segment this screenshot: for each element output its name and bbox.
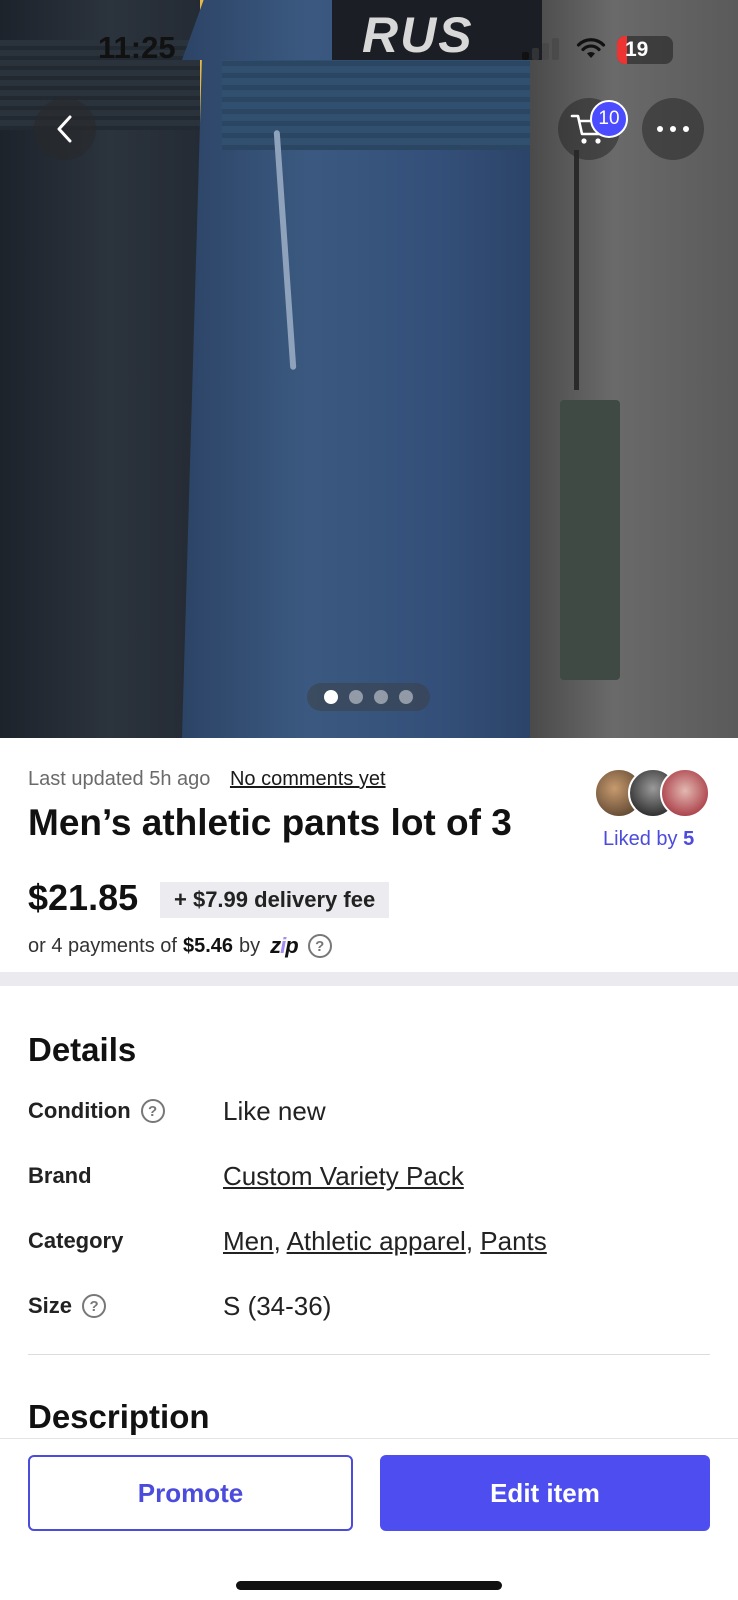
wifi-icon: [576, 38, 606, 60]
battery-indicator: 19: [617, 36, 673, 64]
payments-amount: $5.46: [182, 934, 234, 957]
details-heading: Details: [28, 1031, 137, 1068]
payments-by: by: [239, 934, 261, 957]
size-label: Size: [28, 1293, 73, 1318]
payments-prefix: or 4 payments of: [28, 934, 177, 957]
divider: [28, 1354, 710, 1355]
size-value: S (34-36): [223, 1291, 332, 1321]
detail-row-condition: Condition ? Like new: [28, 1096, 718, 1138]
description-heading: Description: [28, 1398, 210, 1435]
category-link-pants[interactable]: Pants: [480, 1226, 547, 1256]
detail-row-size: Size ? S (34-36): [28, 1291, 718, 1333]
comments-link[interactable]: No comments yet: [230, 768, 386, 790]
liked-by-link[interactable]: Liked by 5: [603, 828, 694, 851]
product-photo[interactable]: RUS: [0, 0, 738, 738]
category-label: Category: [28, 1228, 124, 1253]
carousel-dots[interactable]: [307, 683, 430, 711]
home-indicator[interactable]: [236, 1581, 502, 1590]
section-divider: [0, 972, 738, 986]
condition-value: Like new: [223, 1096, 326, 1126]
zip-logo: zip: [270, 933, 299, 958]
edit-item-button[interactable]: Edit item: [380, 1455, 710, 1531]
back-button[interactable]: [34, 98, 96, 160]
pants-gray-image: [530, 0, 738, 738]
liker-avatars[interactable]: [594, 768, 710, 818]
carousel-dot[interactable]: [374, 690, 388, 704]
avatar: [660, 768, 710, 818]
price: $21.85: [28, 877, 139, 918]
battery-level: 19: [625, 38, 649, 61]
listing-title: Men’s athletic pants lot of 3: [28, 802, 512, 843]
carousel-dot[interactable]: [399, 690, 413, 704]
pants-blue-image: [182, 0, 542, 738]
category-link-athletic-apparel[interactable]: Athletic apparel: [287, 1226, 466, 1256]
installment-info: or 4 payments of $5.46 by zip ?: [28, 933, 332, 959]
help-icon[interactable]: ?: [82, 1294, 107, 1318]
status-time: 11:25: [98, 30, 176, 65]
help-icon[interactable]: ?: [140, 1099, 165, 1123]
brand-label: Brand: [28, 1163, 92, 1188]
more-horizontal-icon: [657, 126, 689, 132]
condition-label: Condition: [28, 1098, 131, 1123]
chevron-left-icon: [57, 115, 72, 143]
brand-link[interactable]: Custom Variety Pack: [223, 1161, 464, 1191]
help-icon[interactable]: ?: [307, 934, 332, 958]
carousel-dot[interactable]: [324, 690, 338, 704]
liked-by-label: Liked by: [603, 828, 678, 850]
promote-button[interactable]: Promote: [28, 1455, 353, 1531]
detail-row-category: Category Men, Athletic apparel, Pants: [28, 1226, 547, 1256]
liked-count: 5: [683, 828, 695, 850]
signal-icon: [522, 38, 566, 60]
category-link-men[interactable]: Men: [223, 1226, 274, 1256]
pants-dark-image: [0, 0, 200, 738]
carousel-dot[interactable]: [349, 690, 363, 704]
listing-meta: Last updated 5h ago No comments yet: [28, 768, 386, 791]
bottom-action-bar: Promote Edit item: [0, 1438, 738, 1600]
detail-row-brand: Brand Custom Variety Pack: [28, 1161, 718, 1203]
delivery-fee-badge: + $7.99 delivery fee: [160, 882, 390, 918]
more-button[interactable]: [642, 98, 704, 160]
cart-count-badge: 10: [590, 100, 628, 138]
last-updated-text: Last updated 5h ago: [28, 768, 211, 790]
